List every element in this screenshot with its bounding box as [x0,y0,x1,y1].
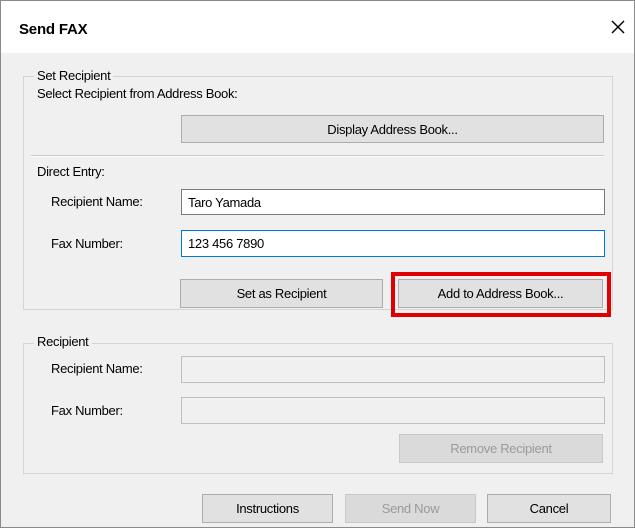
fax-number-display [181,397,605,424]
display-address-book-button[interactable]: Display Address Book... [181,115,604,143]
cancel-button[interactable]: Cancel [487,494,611,523]
recipient-name-input[interactable]: Taro Yamada [181,189,605,215]
close-icon[interactable] [606,15,630,39]
title-bar: Send FAX [1,1,634,53]
set-recipient-group-title: Set Recipient [34,68,114,83]
send-now-button[interactable]: Send Now [345,494,476,523]
instructions-button[interactable]: Instructions [202,494,333,523]
recipient-group-title: Recipient [34,334,92,349]
direct-entry-label: Direct Entry: [37,164,105,179]
recipient-name-display [181,356,605,383]
send-fax-dialog: Send FAX Set Recipient Select Recipient … [0,0,635,528]
fax-number-input[interactable]: 123 456 7890 [181,230,605,257]
recipient-name-label: Recipient Name: [51,194,143,209]
fax-number-label-disabled: Fax Number: [51,403,123,418]
highlight-box [391,272,611,317]
fax-number-label: Fax Number: [51,236,123,251]
recipient-name-label-disabled: Recipient Name: [51,361,143,376]
set-as-recipient-button[interactable]: Set as Recipient [180,279,383,308]
dialog-title: Send FAX [19,21,88,38]
separator [31,155,604,157]
remove-recipient-button[interactable]: Remove Recipient [399,434,603,463]
address-book-label: Select Recipient from Address Book: [37,86,238,101]
